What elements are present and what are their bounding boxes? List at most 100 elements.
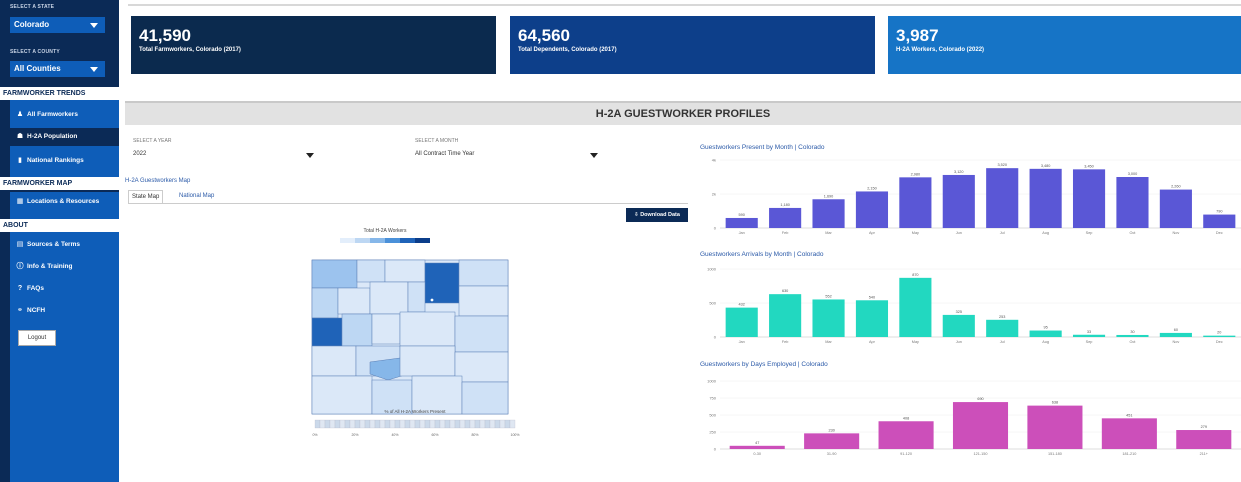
- map-county[interactable]: [311, 375, 373, 415]
- chart-title-arrivals: Guestworkers Arrivals by Month | Colorad…: [700, 251, 824, 258]
- map-county[interactable]: [461, 381, 509, 415]
- map-county[interactable]: [311, 317, 343, 347]
- map-bottom-legend-cell: [424, 419, 431, 429]
- map-county[interactable]: [454, 315, 509, 353]
- present-by-month-chart: 0 2k 4k 590 Jan 1,180 Feb 1,690 Mar 2,150 Apr 2,980…: [712, 158, 1241, 235]
- map-county[interactable]: [356, 259, 386, 283]
- data-label: 3,520: [997, 163, 1007, 167]
- x-tick-label: Aug: [1042, 231, 1049, 235]
- map-county[interactable]: [424, 262, 460, 304]
- x-tick-label: Apr: [869, 340, 876, 344]
- bar: [1176, 430, 1232, 449]
- data-label: 325: [956, 310, 962, 314]
- tab-state-map[interactable]: State Map: [128, 190, 164, 203]
- map-county[interactable]: [369, 281, 409, 315]
- info-icon: ⓘ: [16, 263, 24, 270]
- sidebar-item-locations-resources[interactable]: ▦ Locations & Resources: [10, 193, 119, 211]
- county-select-label: SELECT A COUNTY: [10, 49, 60, 55]
- map-bottom-legend-cell: [314, 419, 321, 429]
- data-label: 1,180: [780, 203, 790, 207]
- map-bottom-legend-cell: [394, 419, 401, 429]
- map-county[interactable]: [311, 345, 357, 377]
- bar: [725, 217, 758, 228]
- x-tick-label: 0-30: [753, 452, 761, 456]
- sidebar-item-national-rankings[interactable]: ▮ National Rankings: [10, 152, 119, 170]
- map-bottom-legend-tick: 0%: [312, 433, 317, 437]
- map-county[interactable]: [341, 313, 373, 347]
- bar: [986, 319, 1019, 337]
- data-label: 30: [1130, 330, 1134, 334]
- stat-label: Total Dependents, Colorado (2017): [518, 47, 617, 53]
- stat-number: 3,987: [896, 26, 939, 45]
- map-county[interactable]: [458, 285, 509, 317]
- data-label: 630: [782, 289, 788, 293]
- stat-number: 41,590: [139, 26, 191, 45]
- map-bottom-legend-cell: [469, 419, 476, 429]
- x-tick-label: Jul: [1000, 340, 1005, 344]
- data-label: 20: [1217, 331, 1221, 335]
- bar: [878, 421, 934, 449]
- sidebar-item-h2a-population[interactable]: ☗ H-2A Population: [10, 128, 119, 146]
- bar: [1203, 214, 1236, 228]
- x-tick-label: Mar: [825, 340, 832, 344]
- year-dropdown-caret-icon[interactable]: [306, 153, 314, 158]
- sidebar-item-sources-terms[interactable]: ▤ Sources & Terms: [10, 236, 119, 254]
- map-marker: [430, 298, 434, 302]
- bar: [1072, 334, 1106, 337]
- y-tick-label: 250: [709, 430, 716, 435]
- map-section-link[interactable]: H-2A Guestworkers Map: [125, 178, 190, 184]
- month-dropdown-caret-icon[interactable]: [590, 153, 598, 158]
- bar: [1159, 189, 1192, 228]
- sidebar-item-ncfh[interactable]: ⚭ NCFH: [10, 302, 119, 320]
- x-tick-label: Nov: [1172, 340, 1179, 344]
- county-select-value: All Counties: [14, 64, 61, 73]
- map-county[interactable]: [337, 287, 371, 315]
- data-label: 230: [828, 428, 834, 432]
- tab-national-map[interactable]: National Map: [176, 190, 217, 202]
- bar: [1101, 418, 1157, 449]
- x-tick-label: Jan: [739, 231, 745, 235]
- county-select[interactable]: All Counties: [10, 61, 105, 77]
- download-data-button[interactable]: ⇩ Download Data: [626, 208, 688, 222]
- map-bottom-legend-cell: [374, 419, 381, 429]
- sidebar-item-info-training[interactable]: ⓘ Info & Training: [10, 258, 119, 276]
- x-tick-label: 151-180: [1048, 452, 1062, 456]
- map-county[interactable]: [399, 311, 456, 347]
- state-map: Total H-2A Workers % of All H-2A Workers…: [311, 228, 519, 437]
- x-tick-label: 91-120: [900, 452, 912, 456]
- map-county[interactable]: [458, 259, 509, 287]
- map-county[interactable]: [311, 259, 358, 289]
- stat-label: Total Farmworkers, Colorado (2017): [139, 47, 241, 53]
- section-about: ABOUT: [0, 219, 119, 232]
- logout-button[interactable]: Logout: [18, 330, 56, 346]
- ranking-icon: ▮: [18, 157, 22, 164]
- map-county[interactable]: [384, 259, 426, 283]
- year-select[interactable]: 2022: [133, 151, 146, 157]
- map-county[interactable]: [399, 345, 456, 377]
- sidebar-item-faqs[interactable]: ? FAQs: [10, 280, 119, 298]
- book-icon: ▤: [16, 241, 24, 248]
- x-tick-label: Feb: [782, 340, 789, 344]
- sidebar-item-all-farmworkers[interactable]: ♟ All Farmworkers: [10, 106, 119, 124]
- map-bottom-legend-cell: [359, 419, 366, 429]
- map-county[interactable]: [371, 313, 401, 345]
- month-select[interactable]: All Contract Time Year: [415, 151, 474, 157]
- colorado-counties: [311, 259, 509, 415]
- bar: [725, 307, 758, 337]
- data-label: 47: [755, 441, 759, 445]
- state-select[interactable]: Colorado: [10, 17, 105, 33]
- map-bottom-legend-tick: 60%: [431, 433, 438, 437]
- data-label: 540: [869, 295, 875, 299]
- map-county[interactable]: [311, 287, 339, 319]
- stat-card-dependents: 64,560 Total Dependents, Colorado (2017): [510, 16, 875, 74]
- map-legend-title: Total H-2A Workers: [364, 228, 407, 234]
- map-county[interactable]: [407, 281, 426, 313]
- map-county[interactable]: [454, 351, 509, 383]
- map-bottom-legend-cell: [494, 419, 501, 429]
- map-bottom-legend-cell: [324, 419, 331, 429]
- bar: [1159, 332, 1192, 337]
- data-label: 638: [1052, 401, 1058, 405]
- x-tick-label: Jul: [1000, 231, 1005, 235]
- y-tick-label: 500: [709, 301, 716, 306]
- x-tick-label: 211+: [1200, 452, 1209, 456]
